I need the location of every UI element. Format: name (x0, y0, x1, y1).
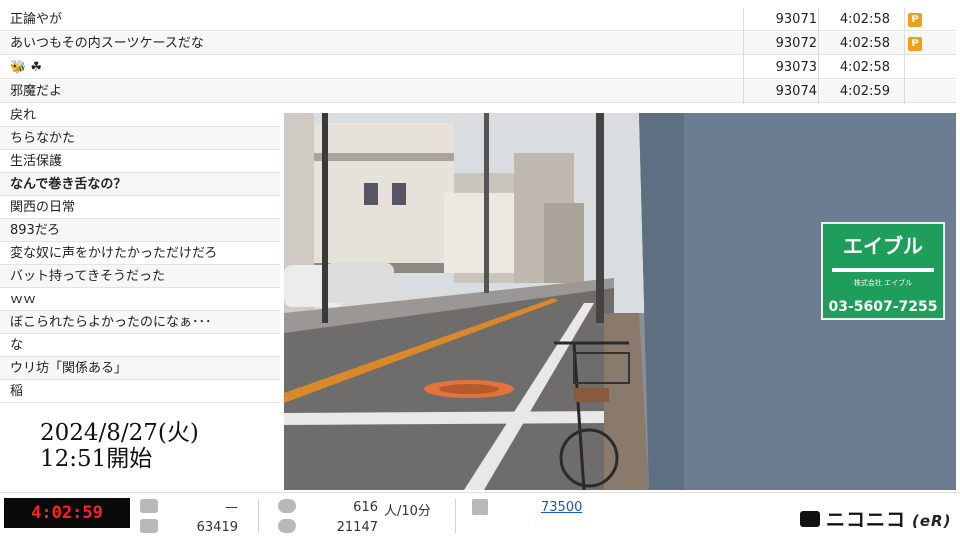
elapsed-timer: 4:02:59 (4, 498, 130, 528)
comment-text: な (10, 338, 24, 353)
brand-name: ニコニコ (826, 509, 907, 531)
comment-text: ｗｗ (10, 292, 37, 307)
comment-text: バット持ってきそうだった (10, 269, 165, 284)
premium-badge-icon: P (908, 37, 922, 51)
brand-suffix: (eR) (912, 512, 952, 530)
viewer-icon (278, 499, 296, 513)
comment-row[interactable]: あいつもその内スーツケースだな 93072 4:02:58 P (0, 32, 956, 55)
total-viewers: 21147 (336, 520, 378, 535)
comment-time: 4:02:58 (839, 12, 890, 27)
stream-start-date: 2024/8/27(火) (40, 420, 199, 446)
street-scene-image: エイブル 株式会社 エイブル 03-5607-7255 (284, 113, 956, 490)
comment-row[interactable]: 邪魔だよ 93074 4:02:59 (0, 80, 956, 103)
comment-number: 93074 (775, 84, 817, 99)
separator (258, 499, 259, 533)
comment-text: ウリ坊「関係ある」 (10, 361, 128, 376)
comment-row[interactable]: 戻れ (0, 104, 280, 127)
comment-number: 93071 (775, 12, 817, 27)
comment-text: 邪魔だよ (10, 84, 63, 99)
comment-text: 戻れ (10, 108, 37, 123)
ad-megaphone-icon (472, 499, 488, 515)
comment-row[interactable]: 正論やが 93071 4:02:58 P (0, 8, 956, 31)
niconico-logo: ニコニコ (eR) (800, 505, 952, 531)
video-player[interactable]: エイブル 株式会社 エイブル 03-5607-7255 (284, 113, 956, 490)
comment-text: 正論やが (10, 12, 63, 27)
comment-row[interactable]: 🐝 ☘ 93073 4:02:58 (0, 56, 956, 79)
tv-icon (800, 511, 820, 527)
separator (455, 499, 456, 533)
comment-text: 関西の日常 (10, 200, 76, 215)
comment-text: ちらなかた (10, 131, 76, 146)
comment-time: 4:02:59 (839, 84, 890, 99)
premium-badge-icon: P (908, 13, 922, 27)
comment-text: 🐝 ☘ (10, 60, 42, 75)
comment-text: 変な奴に声をかけたかっただけだろ (10, 246, 218, 261)
comment-text: なんで巻き舌なの？ (10, 177, 127, 192)
comment-total-icon (140, 519, 158, 533)
total-comments: 63419 (196, 520, 238, 535)
column-divider (904, 8, 905, 104)
comment-text: ぼこられたらよかったのになぁ･･･ (10, 315, 212, 330)
comment-row[interactable]: 変な奴に声をかけたかっただけだろ (0, 242, 280, 265)
comment-row[interactable]: 関西の日常 (0, 196, 280, 219)
viewers-unit: 人/10分 (384, 504, 431, 519)
comment-row[interactable]: な (0, 334, 280, 357)
comment-text: 893だろ (10, 223, 61, 238)
stream-start-info: 2024/8/27(火) 12:51開始 (40, 420, 199, 472)
comment-row[interactable]: なんで巻き舌なの？ (0, 173, 280, 196)
comment-row[interactable]: 稲 (0, 380, 280, 403)
viewers-per-10min: 616 (353, 500, 378, 515)
stream-start-time: 12:51開始 (40, 446, 153, 472)
comment-text: 稲 (10, 384, 24, 399)
comments-per-10min: — (225, 500, 238, 515)
comment-row[interactable]: 生活保護 (0, 150, 280, 173)
sign-brand: エイブル (843, 234, 923, 258)
sign-subtext: 株式会社 エイブル (854, 278, 912, 287)
comment-text: あいつもその内スーツケースだな (10, 36, 204, 51)
comment-row[interactable]: ぼこられたらよかったのになぁ･･･ (0, 311, 280, 334)
comment-number: 93072 (775, 36, 817, 51)
bottom-status-bar: 4:02:59 — 63419 616 人/10分 21147 73500 ニコ… (0, 492, 960, 540)
comment-row[interactable]: バット持ってきそうだった (0, 265, 280, 288)
comment-row[interactable]: 893だろ (0, 219, 280, 242)
column-divider (818, 8, 819, 104)
comment-number: 93073 (775, 60, 817, 75)
column-divider (743, 8, 744, 104)
comment-time: 4:02:58 (839, 60, 890, 75)
comment-time: 4:02:58 (839, 36, 890, 51)
comment-text: 生活保護 (10, 154, 63, 169)
sign-phone: 03-5607-7255 (828, 299, 937, 315)
total-viewer-icon (278, 519, 296, 533)
comment-icon (140, 499, 158, 513)
comment-row[interactable]: ウリ坊「関係ある」 (0, 357, 280, 380)
ad-points-link[interactable]: 73500 (541, 500, 582, 515)
comment-row[interactable]: ちらなかた (0, 127, 280, 150)
comment-row[interactable]: ｗｗ (0, 288, 280, 311)
